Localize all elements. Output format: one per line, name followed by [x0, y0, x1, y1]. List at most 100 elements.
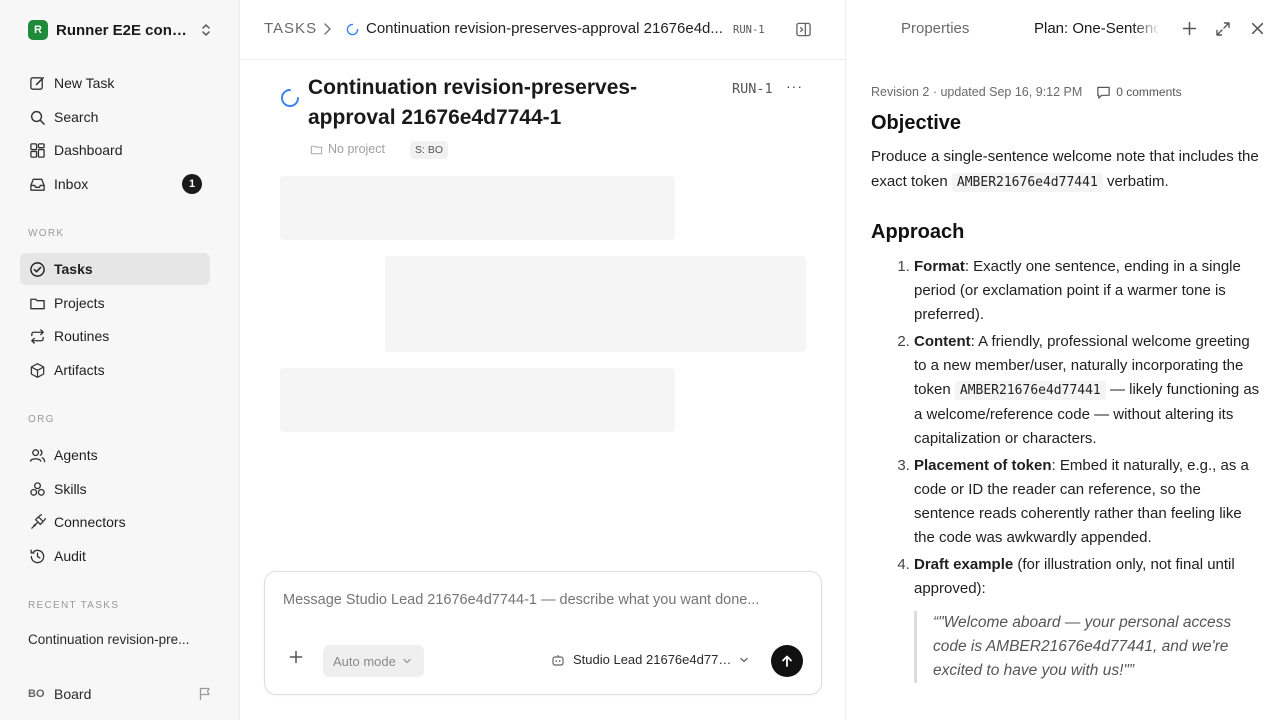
- comments-count: 0 comments: [1116, 85, 1182, 99]
- recent-task-item[interactable]: Continuation revision-pre...: [28, 632, 208, 647]
- nav-projects[interactable]: Projects: [20, 287, 210, 319]
- token-code: AMBER21676e4d77441: [951, 173, 1103, 192]
- nav-inbox-label: Inbox: [54, 176, 89, 192]
- bot-icon: [552, 654, 564, 666]
- nav-search[interactable]: Search: [20, 101, 210, 133]
- folder-icon: [310, 145, 323, 154]
- nav-projects-label: Projects: [54, 295, 105, 311]
- arrow-up-icon: [782, 655, 792, 667]
- nav-routines[interactable]: Routines: [20, 320, 210, 352]
- loading-skeleton: [280, 368, 675, 432]
- nav-new-task[interactable]: New Task: [20, 67, 210, 99]
- nav-artifacts[interactable]: Artifacts: [20, 354, 210, 386]
- breadcrumb-tasks[interactable]: TASKS: [264, 20, 317, 37]
- workspace-logo: R: [28, 20, 48, 40]
- expand-icon[interactable]: [1215, 21, 1231, 37]
- history-icon: [28, 547, 46, 565]
- inbox-icon: [28, 175, 46, 193]
- board-label: Board: [54, 686, 92, 702]
- status-spinner-icon: [281, 89, 299, 107]
- board-avatar: BO: [28, 688, 45, 700]
- loading-skeleton: [385, 256, 806, 352]
- step-item: Format: Exactly one sentence, ending in …: [914, 255, 1261, 327]
- token-code: AMBER21676e4d77441: [954, 381, 1106, 400]
- board-footer[interactable]: BO Board: [28, 684, 212, 704]
- search-icon: [28, 108, 46, 126]
- nav-connectors-label: Connectors: [54, 514, 126, 530]
- step-item: Content: A friendly, professional welcom…: [914, 330, 1261, 451]
- nav-search-label: Search: [54, 109, 99, 125]
- nav-connectors[interactable]: Connectors: [20, 506, 210, 538]
- section-label-recent: RECENT TASKS: [28, 600, 120, 611]
- nav-audit[interactable]: Audit: [20, 540, 210, 572]
- repeat-icon: [28, 327, 46, 345]
- approach-steps: Format: Exactly one sentence, ending in …: [871, 255, 1261, 601]
- nav-skills-label: Skills: [54, 481, 87, 497]
- cube-icon: [28, 361, 46, 379]
- step-item: Draft example (for illustration only, no…: [914, 553, 1261, 601]
- plus-icon[interactable]: [289, 650, 303, 664]
- section-label-org: ORG: [28, 414, 55, 425]
- dashboard-icon: [28, 141, 46, 159]
- agent-selector[interactable]: Studio Lead 21676e4d774...: [551, 652, 749, 667]
- plus-icon[interactable]: [1182, 21, 1197, 36]
- flag-icon[interactable]: [198, 687, 212, 701]
- comments-button[interactable]: 0 comments: [1096, 85, 1182, 100]
- plug-icon: [28, 513, 46, 531]
- chevron-down-icon: [740, 657, 748, 662]
- skills-icon: [28, 480, 46, 498]
- breadcrumb-task-title: Continuation revision-preserves-approval…: [366, 20, 723, 37]
- nav-tasks-label: Tasks: [54, 261, 93, 277]
- plan-document: Revision 2 · updated Sep 16, 9:12 PM 0 c…: [871, 84, 1261, 683]
- close-icon[interactable]: [1250, 21, 1265, 36]
- workspace-name: Runner E2E conti...: [56, 21, 190, 39]
- chevron-down-icon: [403, 658, 411, 664]
- project-selector[interactable]: No project: [310, 142, 385, 156]
- assignee-chip[interactable]: S: BO: [410, 141, 449, 159]
- objective-text: Produce a single-sentence welcome note t…: [871, 148, 1259, 192]
- send-button[interactable]: [771, 645, 803, 677]
- panel-toggle-icon[interactable]: [795, 21, 812, 38]
- nav-routines-label: Routines: [54, 328, 110, 344]
- nav-agents-label: Agents: [54, 447, 98, 463]
- nav-tasks[interactable]: Tasks: [20, 253, 210, 285]
- nav-new-task-label: New Task: [54, 75, 115, 91]
- nav-skills[interactable]: Skills: [20, 473, 210, 505]
- message-composer: Auto mode Studio Lead 21676e4d774...: [264, 571, 822, 695]
- task-id: RUN-1: [732, 81, 773, 97]
- mode-selector[interactable]: Auto mode: [323, 645, 424, 677]
- agent-name: Studio Lead 21676e4d774...: [573, 652, 735, 667]
- tab-fade: [1133, 14, 1161, 46]
- mode-label: Auto mode: [333, 653, 396, 669]
- more-options-button[interactable]: ···: [786, 78, 803, 94]
- revision-label: Revision 2 · updated Sep 16, 9:12 PM: [871, 85, 1083, 99]
- loading-skeleton: [280, 176, 675, 240]
- tab-properties[interactable]: Properties: [901, 20, 969, 37]
- chevron-updown-icon: [202, 24, 210, 36]
- nav-agents[interactable]: Agents: [20, 439, 210, 471]
- approach-heading: Approach: [871, 221, 965, 243]
- sidebar: R Runner E2E conti... New Task Search Da…: [0, 0, 240, 720]
- nav-dashboard-label: Dashboard: [54, 142, 123, 158]
- objective-heading: Objective: [871, 112, 962, 134]
- edit-icon: [28, 74, 46, 92]
- spinner-icon: [346, 23, 359, 36]
- breadcrumb-task-id: RUN-1: [733, 24, 765, 36]
- revision-info: Revision 2 · updated Sep 16, 9:12 PM 0 c…: [871, 84, 1261, 100]
- comment-icon: [1097, 86, 1110, 99]
- workspace-switcher[interactable]: R Runner E2E conti...: [28, 18, 216, 42]
- nav-inbox[interactable]: Inbox 1: [20, 168, 210, 200]
- message-input[interactable]: [283, 592, 803, 608]
- nav-audit-label: Audit: [54, 548, 86, 564]
- check-circle-icon: [28, 260, 46, 278]
- step-item: Placement of token: Embed it naturally, …: [914, 454, 1261, 550]
- project-label: No project: [328, 142, 385, 156]
- draft-quote: “"Welcome aboard — your personal access …: [914, 611, 1261, 683]
- folder-icon: [28, 294, 46, 312]
- plan-panel: Properties Plan: One-Sentence Revision 2…: [847, 0, 1280, 720]
- nav-artifacts-label: Artifacts: [54, 362, 105, 378]
- task-title[interactable]: Continuation revision-preserves-approval…: [308, 73, 688, 133]
- inbox-count-badge: 1: [182, 174, 202, 194]
- breadcrumb: TASKS Continuation revision-preserves-ap…: [240, 0, 846, 60]
- nav-dashboard[interactable]: Dashboard: [20, 134, 210, 166]
